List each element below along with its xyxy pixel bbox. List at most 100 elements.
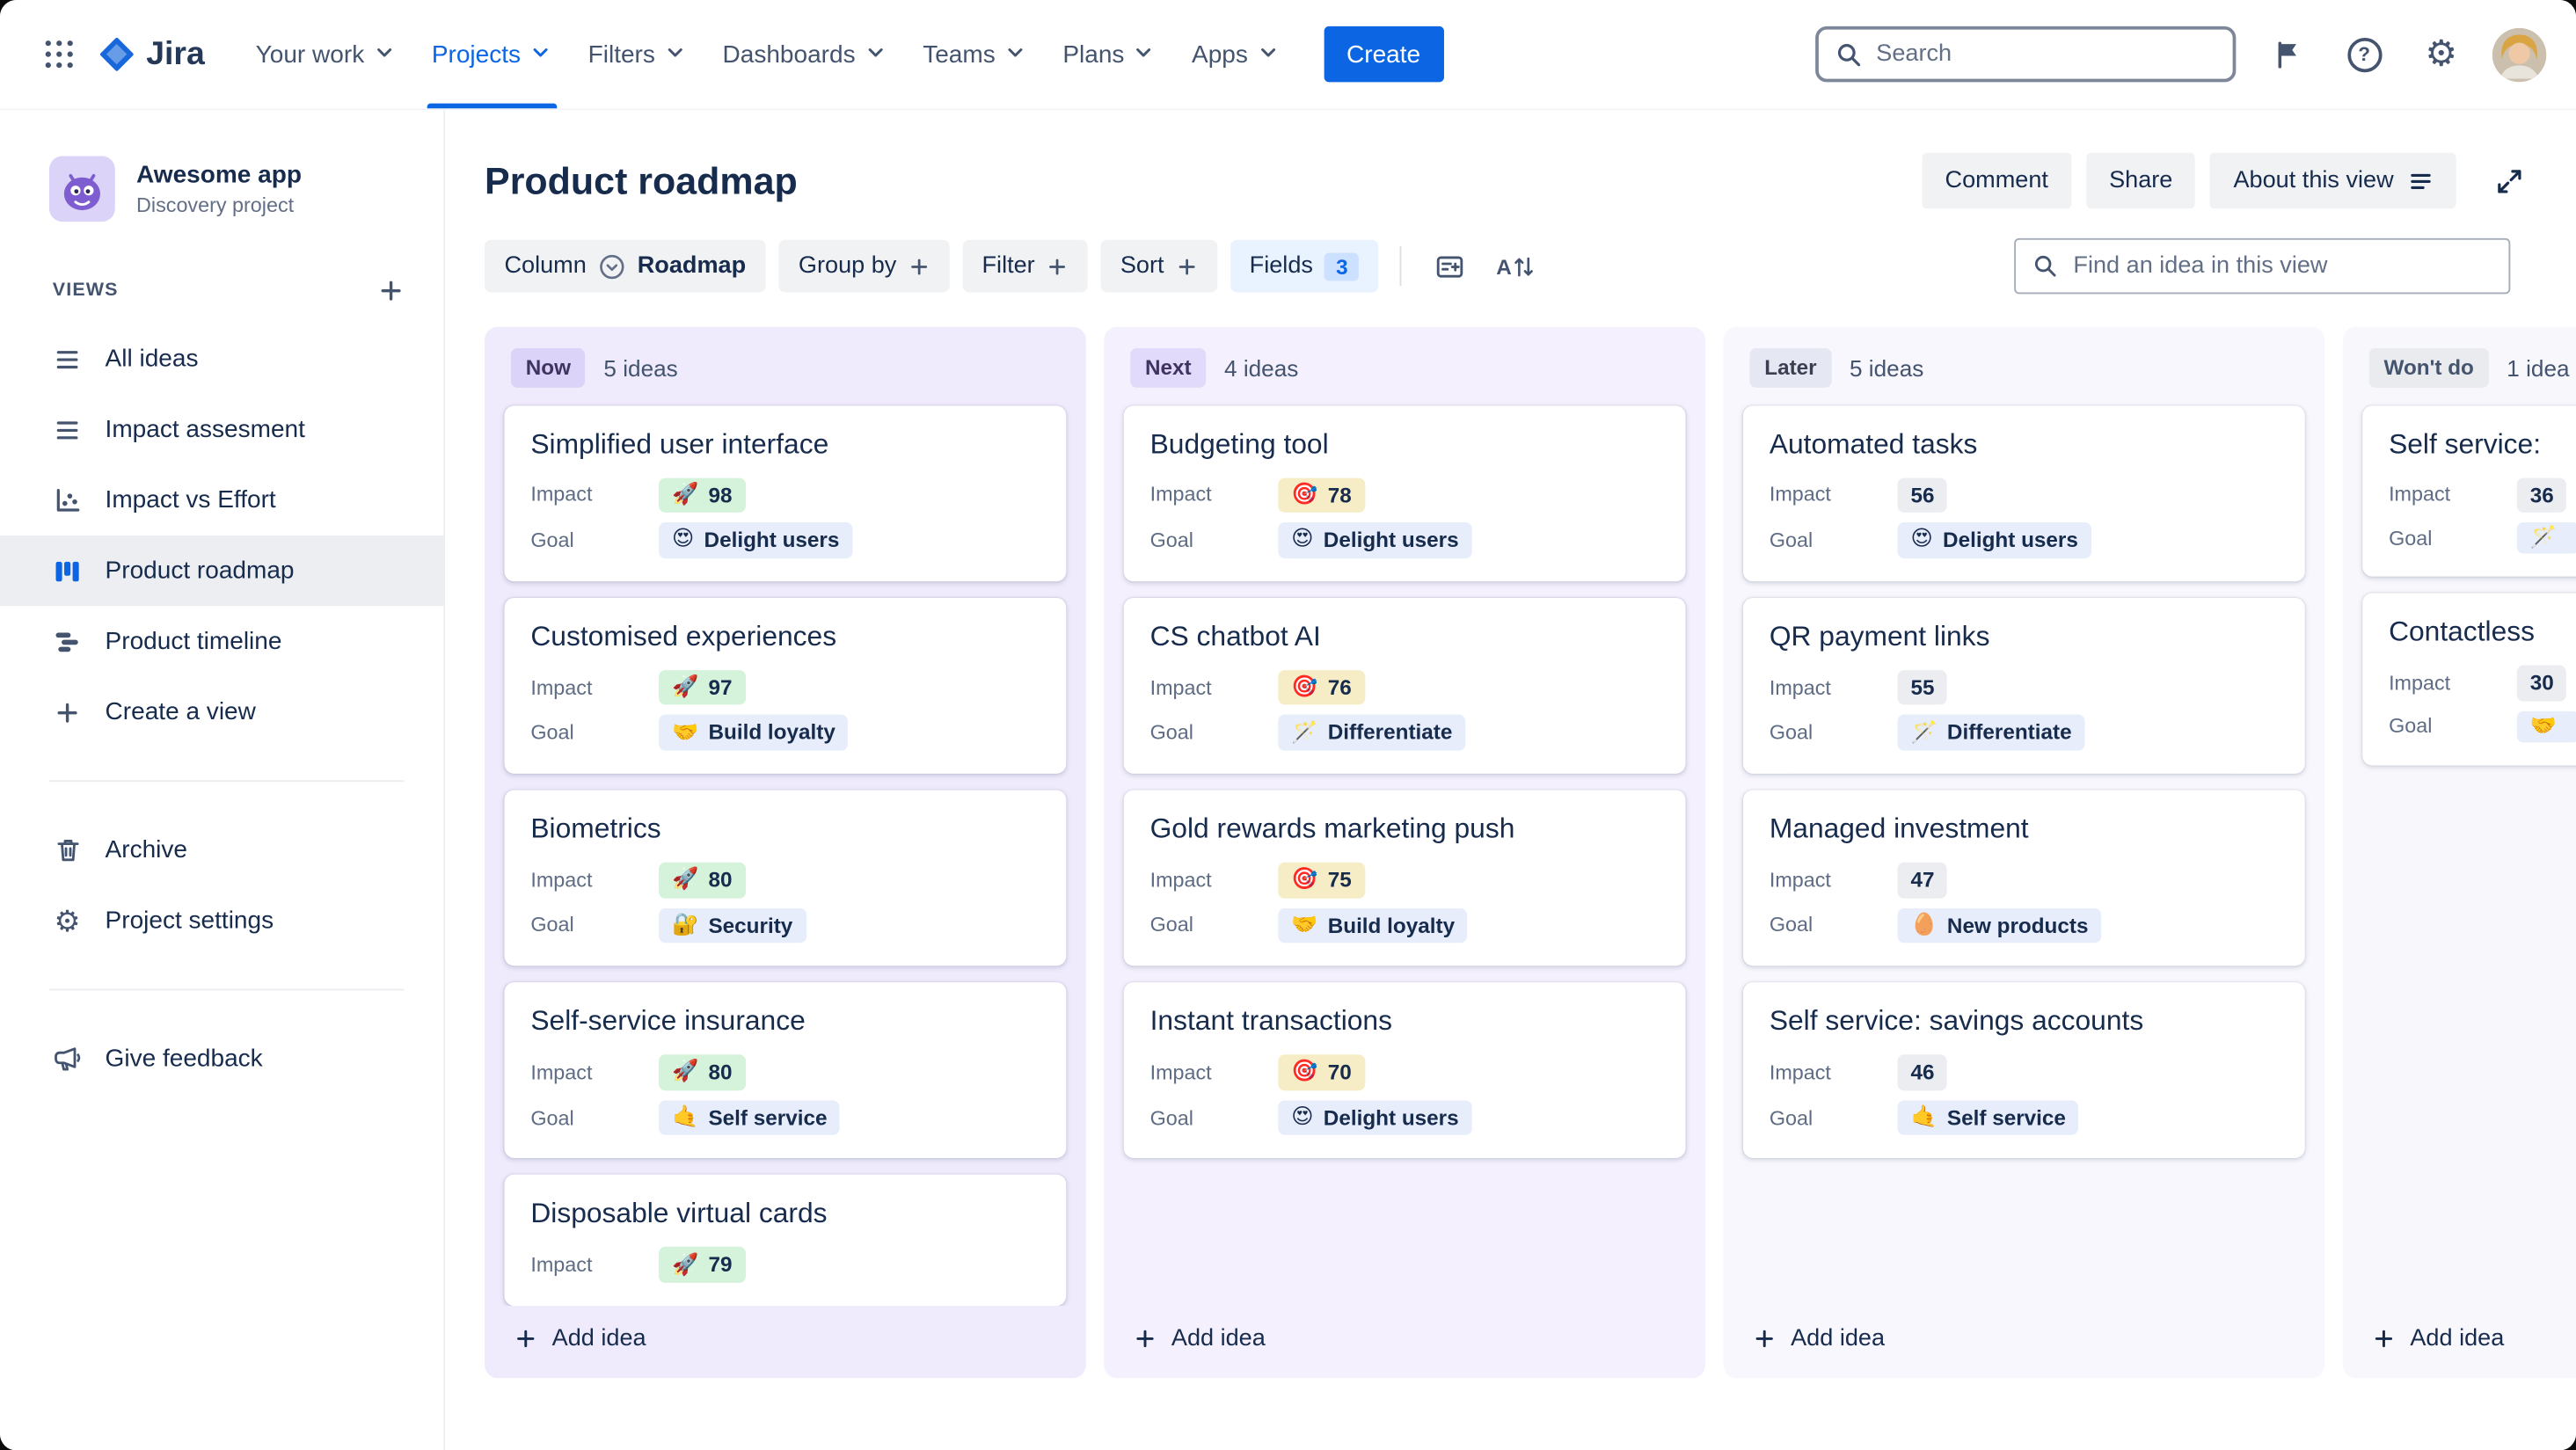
idea-card[interactable]: Disposable virtual cards Impact 🚀 79 (504, 1175, 1067, 1306)
goal-pill[interactable]: 🤙 Self service (659, 1100, 841, 1136)
sort-button[interactable]: Sort (1100, 239, 1217, 293)
sort-alphabetical-icon[interactable]: A (1489, 240, 1542, 293)
help-icon[interactable]: ? (2338, 28, 2390, 81)
impact-pill[interactable]: 46 (1897, 1054, 1948, 1090)
impact-pill[interactable]: 56 (1897, 477, 1948, 514)
goal-pill[interactable]: 🤝 Build loyalty (659, 715, 849, 751)
impact-pill[interactable]: 🎯 75 (1278, 862, 1365, 898)
idea-card[interactable]: Self-service insurance Impact 🚀 80 Goal … (504, 982, 1067, 1159)
goal-pill[interactable]: 🪄 (2516, 522, 2576, 554)
board-column-won-t-do: Won't do 1 idea Self service: Impact 36 … (2342, 326, 2576, 1379)
impact-pill[interactable]: 36 (2516, 477, 2567, 514)
goal-pill[interactable]: 🔐 Security (659, 907, 806, 944)
goal-pill[interactable]: 🤝 Build loyalty (1278, 907, 1469, 944)
sidebar-item-give-feedback[interactable]: Give feedback (0, 1024, 443, 1094)
project-header[interactable]: Awesome app Discovery project (0, 156, 443, 222)
impact-pill[interactable]: 🚀 80 (659, 1054, 746, 1090)
idea-card[interactable]: Gold rewards marketing push Impact 🎯 75 … (1123, 790, 1686, 966)
nav-teams[interactable]: Teams (905, 0, 1045, 108)
sidebar-item-product-timeline[interactable]: Product timeline (0, 606, 443, 676)
goal-pill[interactable]: 🪄 Differentiate (1897, 715, 2085, 751)
add-view-icon[interactable] (371, 271, 411, 310)
goal-pill[interactable]: 🤙 Self service (1897, 1100, 2079, 1136)
goal-pill[interactable]: 🤝 (2516, 710, 2576, 742)
impact-emoji-icon: 🚀 (672, 482, 699, 507)
sidebar-item-impact-assesment[interactable]: Impact assesment (0, 394, 443, 464)
jira-logo[interactable]: Jira (99, 35, 205, 73)
nav-apps[interactable]: Apps (1173, 0, 1296, 108)
expand-icon[interactable] (2481, 153, 2537, 209)
group-by-button[interactable]: Group by (778, 239, 950, 293)
idea-card[interactable]: Simplified user interface Impact 🚀 98 Go… (504, 404, 1067, 581)
sidebar-item-product-roadmap[interactable]: Product roadmap (0, 535, 444, 607)
impact-pill[interactable]: 🎯 70 (1278, 1054, 1365, 1090)
project-name: Awesome app (136, 161, 302, 189)
impact-pill[interactable]: 30 (2516, 665, 2567, 702)
impact-pill[interactable]: 47 (1897, 862, 1948, 898)
add-idea-button[interactable]: Add idea (1104, 1306, 1705, 1378)
app-switcher-icon[interactable] (33, 28, 85, 81)
create-button[interactable]: Create (1323, 26, 1444, 83)
nav-plans[interactable]: Plans (1045, 0, 1174, 108)
global-search-input[interactable] (1876, 40, 2216, 68)
idea-card[interactable]: Contactless Impact 30 Goal 🤝 (2362, 593, 2576, 765)
nav-filters[interactable]: Filters (570, 0, 704, 108)
sidebar-item-all-ideas[interactable]: All ideas (0, 324, 443, 394)
impact-pill[interactable]: 🚀 80 (659, 862, 746, 898)
sidebar-item-create-a-view[interactable]: Create a view (0, 677, 443, 747)
goal-pill[interactable]: 😍 Delight users (1897, 522, 2091, 558)
nav-projects[interactable]: Projects (413, 0, 570, 109)
impact-pill[interactable]: 🚀 79 (659, 1247, 746, 1283)
idea-card[interactable]: QR payment links Impact 55 Goal 🪄 Differ… (1742, 597, 2305, 774)
goal-pill[interactable]: 😍 Delight users (1278, 1100, 1472, 1136)
view-options-icon[interactable] (1424, 240, 1477, 293)
comment-button[interactable]: Comment (1922, 152, 2072, 209)
card-title: Budgeting tool (1149, 427, 1329, 460)
global-search[interactable] (1815, 26, 2237, 83)
add-idea-button[interactable]: Add idea (2343, 1306, 2576, 1378)
impact-pill[interactable]: 🚀 98 (659, 477, 746, 514)
filter-button[interactable]: Filter (962, 239, 1088, 293)
add-idea-button[interactable]: Add idea (485, 1306, 1086, 1378)
idea-card[interactable]: Biometrics Impact 🚀 80 Goal 🔐 Security (504, 790, 1067, 966)
about-this-view-button[interactable]: About this view (2210, 152, 2456, 209)
column-by-control[interactable]: Column Roadmap (485, 239, 766, 293)
fields-button[interactable]: Fields 3 (1230, 239, 1380, 293)
settings-icon[interactable]: ⚙ (2415, 28, 2468, 81)
gear-icon: ⚙ (2425, 33, 2458, 75)
idea-card[interactable]: Customised experiences Impact 🚀 97 Goal … (504, 597, 1067, 774)
add-idea-button[interactable]: Add idea (1724, 1306, 2325, 1378)
notifications-icon[interactable] (2260, 28, 2313, 81)
chevron-down-icon (373, 41, 396, 71)
idea-card[interactable]: Automated tasks Impact 56 Goal 😍 Delight… (1742, 404, 2305, 581)
goal-pill[interactable]: 😍 Delight users (1278, 522, 1472, 558)
idea-card[interactable]: Instant transactions Impact 🎯 70 Goal 😍 … (1123, 982, 1686, 1159)
impact-field-label: Impact (2389, 671, 2451, 696)
idea-card[interactable]: Budgeting tool Impact 🎯 78 Goal 😍 Deligh… (1123, 404, 1686, 581)
nav-your-work[interactable]: Your work (237, 0, 413, 108)
find-idea-search[interactable] (2014, 237, 2511, 295)
goal-pill[interactable]: 🪄 Differentiate (1278, 715, 1466, 751)
sidebar-item-impact-vs-effort[interactable]: Impact vs Effort (0, 465, 443, 536)
nav-dashboards[interactable]: Dashboards (704, 0, 905, 108)
impact-pill[interactable]: 🚀 97 (659, 669, 746, 705)
share-button[interactable]: Share (2085, 152, 2196, 209)
impact-pill[interactable]: 🎯 78 (1278, 477, 1365, 514)
nav-label: Teams (923, 40, 996, 69)
idea-card[interactable]: CS chatbot AI Impact 🎯 76 Goal 🪄 Differe… (1123, 597, 1686, 774)
impact-pill[interactable]: 🎯 76 (1278, 669, 1365, 705)
goal-row: Goal 🤙 Self service (530, 1100, 1040, 1136)
idea-card[interactable]: Self service: Impact 36 Goal 🪄 (2362, 404, 2576, 577)
impact-pill[interactable]: 55 (1897, 669, 1948, 705)
search-icon (2032, 253, 2059, 280)
sidebar-item-archive[interactable]: Archive (0, 815, 443, 885)
goal-pill[interactable]: 😍 Delight users (659, 522, 853, 558)
sidebar-item-project-settings[interactable]: ⚙ Project settings (0, 885, 443, 956)
goal-pill[interactable]: 🥚 New products (1897, 907, 2102, 944)
idea-card[interactable]: Self service: savings accounts Impact 46… (1742, 982, 2305, 1159)
find-idea-input[interactable] (2073, 252, 2492, 280)
plus-icon (2372, 1327, 2395, 1350)
impact-value: 80 (708, 1060, 733, 1085)
idea-card[interactable]: Managed investment Impact 47 Goal 🥚 New … (1742, 790, 2305, 966)
user-avatar[interactable] (2492, 26, 2547, 82)
